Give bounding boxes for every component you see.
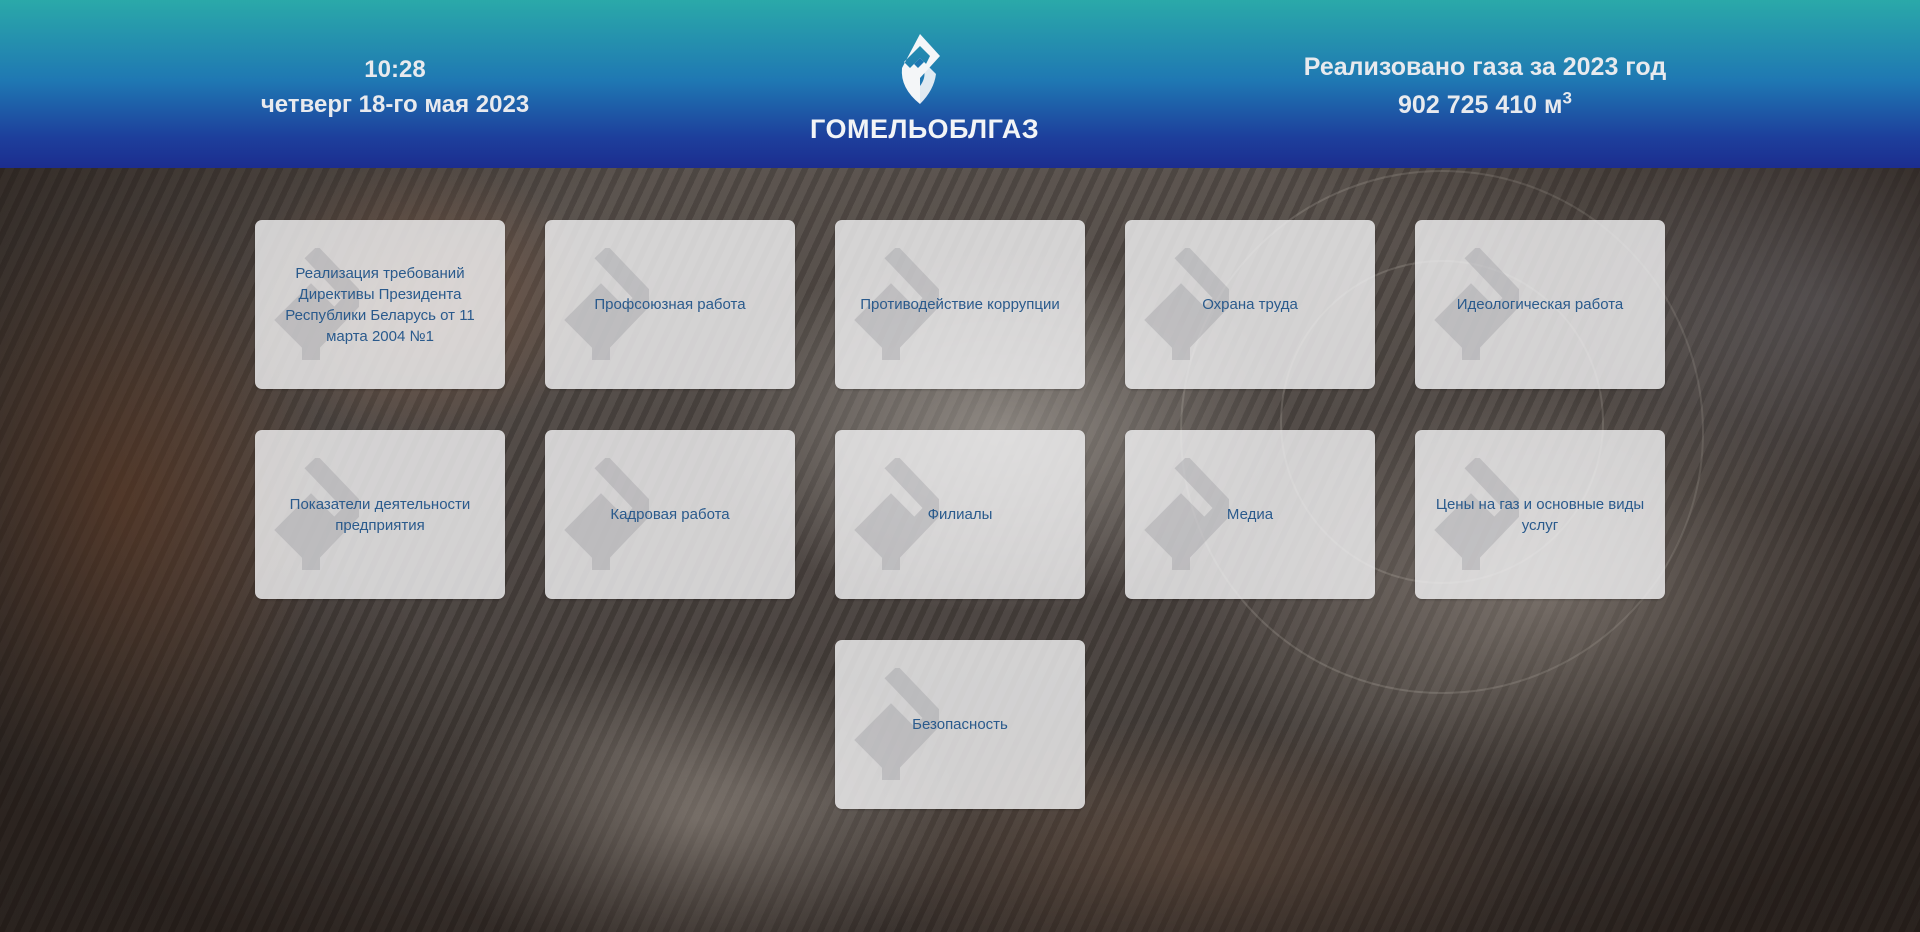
gas-sales-value-line: 902 725 410 м3 — [1280, 86, 1690, 124]
tile-performance-indicators[interactable]: Показатели деятельности предприятия — [255, 430, 505, 599]
current-time: 10:28 — [364, 56, 426, 83]
tile-hr-work[interactable]: Кадровая работа — [545, 430, 795, 599]
tile-branches[interactable]: Филиалы — [835, 430, 1085, 599]
gas-flame-logo-icon — [901, 34, 940, 104]
tile-gas-prices[interactable]: Цены на газ и основные виды услуг — [1415, 430, 1665, 599]
current-date: четверг 18-го мая 2023 — [260, 91, 530, 118]
gas-flame-watermark-icon — [1144, 458, 1229, 570]
tile-label: Охрана труда — [1202, 296, 1298, 313]
gas-sales-block: Реализовано газа за 2023 год 902 725 410… — [1280, 48, 1690, 124]
tile-label: Безопасность — [912, 716, 1008, 733]
tile-president-directive[interactable]: Реализация требований Директивы Президен… — [255, 220, 505, 389]
tile-media[interactable]: Медиа — [1125, 430, 1375, 599]
gas-sales-title: Реализовано газа за 2023 год — [1303, 53, 1667, 81]
tile-label: Реализация требований Директивы Президен… — [285, 264, 475, 345]
tile-security[interactable]: Безопасность — [835, 640, 1085, 809]
tile-label: Противодействие коррупции — [860, 296, 1060, 313]
gas-unit-superscript: 3 — [1562, 88, 1572, 108]
tile-label: Показатели деятельности предприятия — [289, 495, 471, 534]
header-bar: 10:28 четверг 18-го мая 2023 ГОМЕЛЬОБЛГА… — [0, 0, 1920, 168]
tile-ideological-work[interactable]: Идеологическая работа — [1415, 220, 1665, 389]
tile-label: Профсоюзная работа — [594, 296, 746, 313]
tile-trade-union-work[interactable]: Профсоюзная работа — [545, 220, 795, 389]
logo-text: ГОМЕЛЬОБЛГАЗ — [810, 114, 1040, 144]
tile-anti-corruption[interactable]: Противодействие коррупции — [835, 220, 1085, 389]
tile-label: Цены на газ и основные виды услуг — [1435, 495, 1645, 534]
company-logo[interactable]: ГОМЕЛЬОБЛГАЗ — [810, 32, 1040, 152]
tile-labor-protection[interactable]: Охрана труда — [1125, 220, 1375, 389]
gas-sales-value: 902 725 410 м — [1398, 91, 1563, 119]
datetime-block: 10:28 четверг 18-го мая 2023 — [255, 52, 535, 122]
tile-label: Филиалы — [927, 506, 993, 523]
tile-label: Медиа — [1226, 506, 1274, 523]
tile-label: Идеологическая работа — [1456, 296, 1624, 313]
tile-label: Кадровая работа — [610, 506, 730, 523]
